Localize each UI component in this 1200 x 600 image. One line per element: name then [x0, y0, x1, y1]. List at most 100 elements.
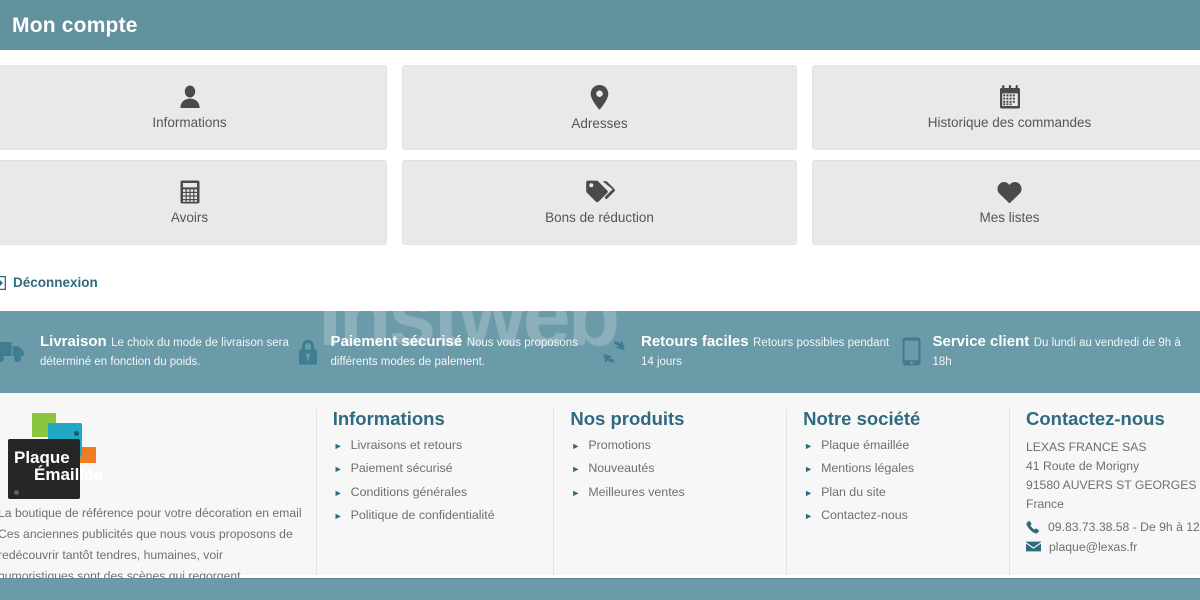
footer-col-brand: Plaque Émaillée La boutique de référence…	[0, 408, 317, 600]
tile-label: Mes listes	[979, 209, 1040, 225]
reassurance-item-retours: Retours faciles Retours possibles pendan…	[595, 333, 898, 369]
footer-heading: Informations	[332, 407, 445, 429]
reassurance-title: Service client	[932, 333, 1030, 351]
caret-right-icon: ►	[804, 440, 814, 451]
logo-line-1: Plaque	[14, 447, 70, 467]
footer-col-nos-produits: Nos produits ► Promotions ► Nouveautés ► Me…	[554, 407, 788, 575]
caret-right-icon: ►	[804, 487, 814, 498]
reassurance-items: Livraison Le choix du mode de livraison …	[0, 333, 1200, 369]
tile-mes-listes[interactable]: Mes listes	[812, 160, 1200, 245]
heart-icon	[997, 181, 1022, 204]
caret-right-icon: ►	[571, 487, 581, 498]
list-item[interactable]: ► Plaque émaillée	[801, 438, 995, 453]
caret-right-icon: ►	[571, 440, 581, 451]
tile-label: Informations	[152, 115, 227, 130]
reassurance-title: Paiement sécurisé	[330, 333, 463, 351]
sign-out-icon	[0, 275, 6, 290]
list-item[interactable]: ► Nouveautés	[568, 461, 772, 476]
reassurance-item-service-client: Service client Du lundi au vendredi de 9…	[898, 333, 1200, 369]
address-line: LEXAS FRANCE SAS	[1026, 439, 1147, 454]
account-tiles-row-1: Informations Adresses Historique des com…	[0, 65, 1200, 150]
tile-historique-commandes[interactable]: Historique des commandes	[812, 65, 1200, 150]
list-item[interactable]: ► Livraisons et retours	[331, 438, 540, 453]
tile-label: Bons de réduction	[545, 210, 654, 225]
page-header: Mon compte	[0, 0, 1200, 50]
tile-adresses[interactable]: Adresses	[402, 65, 797, 150]
footer-heading: Contactez-nous	[1026, 407, 1165, 429]
address-line: France	[1026, 496, 1064, 511]
footer-heading: Notre société	[803, 407, 921, 429]
address-line: 41 Route de Morigny	[1026, 458, 1140, 473]
list-item[interactable]: ► Meilleures ventes	[568, 485, 772, 500]
footer-link[interactable]: Livraisons et retours	[351, 438, 463, 452]
page-title: Mon compte	[12, 13, 138, 37]
footer-link[interactable]: Plaque émaillée	[821, 438, 909, 452]
footer-heading: Nos produits	[570, 407, 685, 429]
address-line: 91580 AUVERS ST GEORGES	[1026, 477, 1197, 492]
footer-col-informations: Informations ► Livraisons et retours ► Pai…	[317, 407, 555, 575]
caret-right-icon: ►	[333, 487, 343, 498]
site-logo: Plaque Émaillée	[4, 411, 103, 499]
logo-dot-cyan	[74, 430, 79, 436]
footer-link[interactable]: Mentions légales	[821, 461, 914, 475]
footer-link-list: ► Plaque émaillée ► Mentions légales ► Plan…	[801, 438, 995, 524]
phone-row[interactable]: 09.83.73.38.58 - De 9h à 12h	[1026, 520, 1200, 534]
list-item[interactable]: ► Paiement sécurisé	[331, 461, 540, 476]
reassurance-title: Livraison	[40, 333, 107, 351]
envelope-icon	[1026, 541, 1041, 552]
site-footer: Plaque Émaillée La boutique de référence…	[0, 392, 1200, 600]
footer-col-notre-societe: Notre société ► Plaque émaillée ► Mentions…	[787, 407, 1010, 575]
footer-link[interactable]: Contactez-nous	[821, 508, 908, 522]
footer-link[interactable]: Meilleures ventes	[588, 485, 684, 499]
footer-link[interactable]: Promotions	[588, 438, 651, 452]
caret-right-icon: ►	[571, 464, 581, 475]
logout-label: Déconnexion	[13, 275, 98, 290]
user-icon	[179, 85, 201, 109]
page-root: Mon compte Informations Adresses Histori…	[0, 0, 1200, 600]
refresh-icon	[599, 338, 629, 366]
list-item[interactable]: ► Plan du site	[801, 485, 995, 500]
account-tiles-section: Informations Adresses Historique des com…	[0, 50, 1200, 263]
list-item[interactable]: ► Contactez-nous	[801, 508, 995, 523]
footer-link[interactable]: Conditions générales	[351, 485, 467, 499]
footer-link[interactable]: Plan du site	[821, 485, 886, 499]
lock-icon	[297, 338, 319, 366]
phone-icon	[1026, 520, 1040, 534]
footer-bottom-bar	[0, 578, 1200, 600]
list-item[interactable]: ► Politique de confidentialité	[331, 508, 540, 523]
logo-line-2: Émaillée	[34, 465, 103, 485]
list-item[interactable]: ► Promotions	[568, 438, 772, 453]
footer-link[interactable]: Nouveautés	[588, 461, 654, 475]
company-address: LEXAS FRANCE SAS 41 Route de Morigny 915…	[1026, 438, 1196, 514]
tile-informations[interactable]: Informations	[0, 65, 387, 150]
reassurance-item-paiement: Paiement sécurisé Nous vous proposons di…	[293, 333, 596, 369]
footer-link-list: ► Livraisons et retours ► Paiement sécuris…	[331, 438, 540, 524]
footer-link[interactable]: Politique de confidentialité	[351, 508, 495, 522]
reassurance-item-livraison: Livraison Le choix du mode de livraison …	[0, 333, 293, 369]
mobile-icon	[902, 337, 921, 366]
tile-label: Avoirs	[170, 210, 209, 225]
caret-right-icon: ►	[333, 464, 343, 475]
logout-row: Déconnexion	[0, 263, 1200, 311]
email-row[interactable]: plaque@lexas.fr	[1026, 540, 1196, 554]
list-item[interactable]: ► Conditions générales	[331, 485, 540, 500]
tile-label: Adresses	[571, 115, 628, 131]
list-item[interactable]: ► Mentions légales	[801, 461, 995, 476]
tile-avoirs[interactable]: Avoirs	[0, 160, 387, 245]
reassurance-band: instweb Livraison Le choix du mode de li…	[0, 310, 1200, 393]
truck-icon	[0, 339, 28, 365]
phone-number: 09.83.73.38.58 - De 9h à 12h	[1048, 519, 1200, 534]
account-tiles-row-2: Avoirs Bons de réduction Mes listes	[0, 160, 1200, 245]
caret-right-icon: ►	[333, 440, 343, 451]
calculator-icon	[180, 180, 200, 204]
map-pin-icon	[590, 84, 609, 110]
tags-icon	[585, 180, 615, 204]
email-address: plaque@lexas.fr	[1049, 539, 1138, 554]
caret-right-icon: ►	[333, 511, 343, 522]
footer-link[interactable]: Paiement sécurisé	[351, 461, 453, 475]
caret-right-icon: ►	[804, 511, 814, 522]
tile-bons-reduction[interactable]: Bons de réduction	[402, 160, 797, 245]
caret-right-icon: ►	[804, 464, 814, 475]
logout-link[interactable]: Déconnexion	[0, 275, 98, 290]
calendar-icon	[999, 85, 1021, 109]
